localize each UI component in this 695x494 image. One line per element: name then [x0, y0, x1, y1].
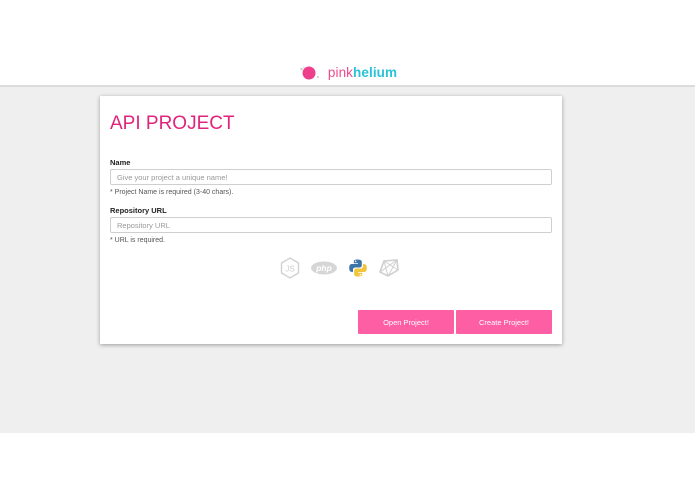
open-project-button[interactable]: Open Project!	[358, 310, 454, 334]
top-bar: pinkhelium	[0, 0, 695, 87]
project-form-card: API PROJECT Name * Project Name is requi…	[100, 96, 562, 344]
helium-balloon-icon	[300, 66, 319, 80]
create-project-button[interactable]: Create Project!	[456, 310, 552, 334]
url-help-text: * URL is required.	[110, 237, 165, 244]
python-option[interactable]	[348, 258, 368, 278]
nodejs-icon: JS	[280, 257, 300, 279]
brand-name: pinkhelium	[328, 65, 397, 80]
brand-name-part1: pink	[327, 64, 354, 80]
page-title: API PROJECT	[110, 113, 235, 134]
language-selector: JS php	[280, 256, 400, 280]
nodejs-option[interactable]: JS	[280, 257, 300, 279]
php-icon-label: php	[315, 263, 332, 273]
name-help-text: * Project Name is required (3-40 chars).	[110, 189, 234, 196]
brand-name-part2: helium	[353, 64, 398, 80]
python-icon	[349, 259, 367, 277]
ruby-icon	[379, 259, 399, 277]
php-option[interactable]: php	[310, 260, 338, 276]
brand-logo[interactable]: pinkhelium	[0, 64, 695, 80]
svg-text:JS: JS	[285, 265, 294, 274]
php-icon: php	[311, 261, 337, 275]
repository-url-input[interactable]	[110, 217, 552, 233]
project-name-input[interactable]	[110, 169, 552, 185]
repository-url-label: Repository URL	[110, 206, 167, 215]
ruby-option[interactable]	[378, 258, 400, 278]
name-label: Name	[110, 158, 131, 167]
